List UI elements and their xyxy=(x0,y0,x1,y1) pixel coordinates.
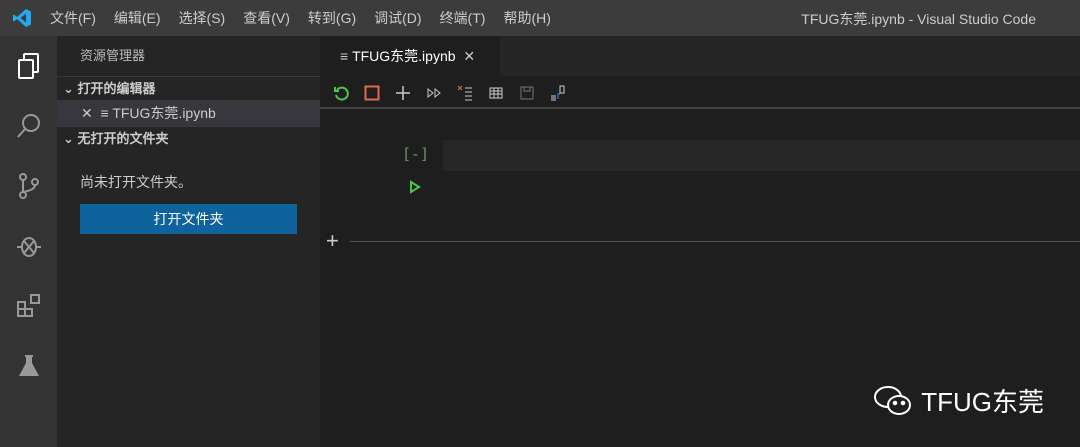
menu-help[interactable]: 帮助(H) xyxy=(503,8,550,28)
cell-execution-prompt: [-] xyxy=(402,145,430,163)
close-icon[interactable]: ✕ xyxy=(81,105,93,121)
watermark: TFUG东莞 xyxy=(873,382,1044,419)
title-bar: 文件(F) 编辑(E) 选择(S) 查看(V) 转到(G) 调试(D) 终端(T… xyxy=(0,0,1080,36)
no-folder-section[interactable]: ⌄ 无打开的文件夹 xyxy=(57,126,320,150)
debug-icon[interactable] xyxy=(0,216,57,276)
tab-bar: ≡ TFUG东莞.ipynb ✕ xyxy=(320,36,1080,76)
close-tab-icon[interactable]: ✕ xyxy=(463,48,475,65)
open-editor-filename: TFUG东莞.ipynb xyxy=(112,105,216,121)
menu-terminal[interactable]: 终端(T) xyxy=(440,8,486,28)
menu-bar: 文件(F) 编辑(E) 选择(S) 查看(V) 转到(G) 调试(D) 终端(T… xyxy=(50,8,569,28)
watermark-text: TFUG东莞 xyxy=(921,387,1044,417)
no-folder-message: 尚未打开文件夹。 xyxy=(80,174,192,190)
export-icon[interactable] xyxy=(547,82,568,103)
window-title: TFUG东莞.ipynb - Visual Studio Code xyxy=(801,11,1036,27)
clear-outputs-icon[interactable] xyxy=(454,82,475,103)
interrupt-kernel-icon[interactable] xyxy=(361,82,382,103)
restart-kernel-icon[interactable] xyxy=(330,82,351,103)
open-folder-button[interactable]: 打开文件夹 xyxy=(80,204,297,234)
add-cell-icon[interactable] xyxy=(392,82,413,103)
file-icon: ≡ xyxy=(100,105,109,121)
sidebar-title: 资源管理器 xyxy=(80,48,146,63)
tab-notebook[interactable]: ≡ TFUG东莞.ipynb ✕ xyxy=(320,36,500,76)
activity-bar xyxy=(0,36,57,447)
menu-debug[interactable]: 调试(D) xyxy=(374,8,421,28)
test-flask-icon[interactable] xyxy=(0,336,57,396)
vscode-logo-icon xyxy=(2,8,42,28)
open-editors-section[interactable]: ⌄ 打开的编辑器 xyxy=(57,76,320,100)
menu-selection[interactable]: 选择(S) xyxy=(179,8,226,28)
notebook-toolbar xyxy=(330,82,568,103)
menu-go[interactable]: 转到(G) xyxy=(308,8,356,28)
run-cell-icon[interactable] xyxy=(409,180,421,197)
variables-icon[interactable] xyxy=(485,82,506,103)
explorer-icon[interactable] xyxy=(0,36,57,96)
extensions-icon[interactable] xyxy=(0,276,57,336)
tab-label: TFUG东莞.ipynb xyxy=(352,48,456,64)
wechat-icon xyxy=(874,385,912,415)
run-all-icon[interactable] xyxy=(423,82,444,103)
file-icon: ≡ xyxy=(340,48,349,64)
open-editors-label: 打开的编辑器 xyxy=(77,81,156,96)
search-icon[interactable] xyxy=(0,96,57,156)
explorer-sidebar: 资源管理器 ⌄ 打开的编辑器 ✕ ≡ TFUG东莞.ipynb ⌄ 无打开的文件… xyxy=(57,36,320,447)
open-editor-item[interactable]: ✕ ≡ TFUG东莞.ipynb xyxy=(57,100,320,126)
menu-edit[interactable]: 编辑(E) xyxy=(114,8,161,28)
menu-view[interactable]: 查看(V) xyxy=(243,8,290,28)
insert-cell-icon[interactable]: + xyxy=(326,230,339,252)
toolbar-divider xyxy=(320,107,1080,109)
save-icon[interactable] xyxy=(516,82,537,103)
source-control-icon[interactable] xyxy=(0,156,57,216)
menu-file[interactable]: 文件(F) xyxy=(50,8,96,28)
cell-input-editor[interactable] xyxy=(443,140,1080,171)
cell-divider xyxy=(350,241,1080,242)
no-folder-label: 无打开的文件夹 xyxy=(77,131,169,146)
